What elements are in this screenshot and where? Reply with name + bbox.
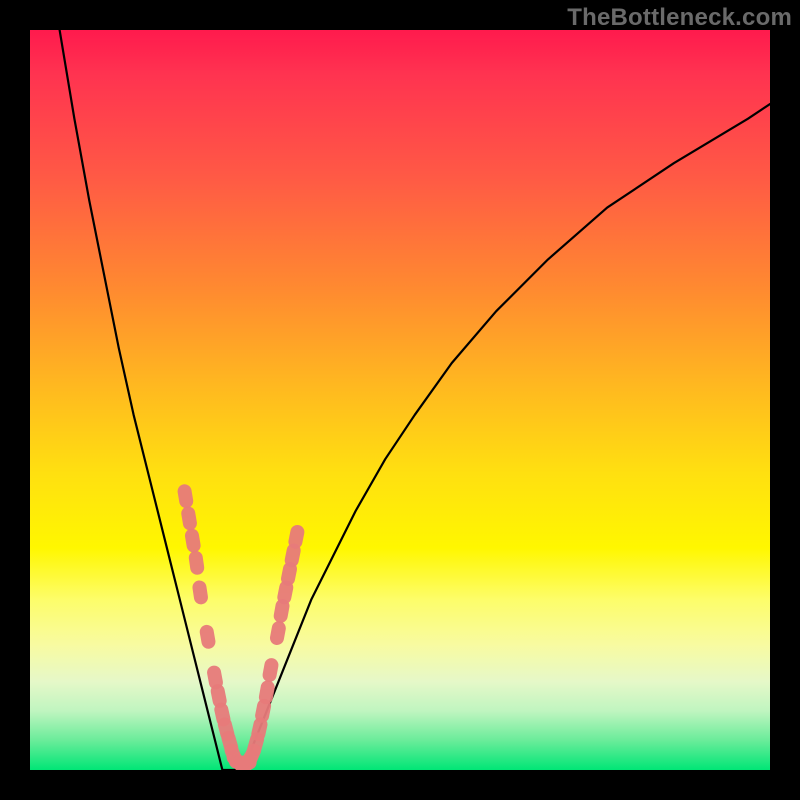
- data-marker: [192, 579, 209, 605]
- data-marker: [177, 483, 195, 509]
- data-marker: [261, 657, 279, 683]
- marker-layer: [177, 483, 306, 770]
- data-marker: [188, 550, 205, 576]
- bottleneck-curve: [60, 30, 770, 770]
- data-marker: [258, 679, 276, 705]
- data-marker: [287, 524, 305, 550]
- data-marker: [269, 620, 287, 646]
- curve-layer: [60, 30, 770, 770]
- data-marker: [184, 528, 202, 554]
- chart-svg: [30, 30, 770, 770]
- watermark-text: TheBottleneck.com: [567, 4, 792, 32]
- data-marker: [180, 505, 198, 531]
- data-marker: [199, 624, 217, 650]
- outer-frame: TheBottleneck.com: [0, 0, 800, 800]
